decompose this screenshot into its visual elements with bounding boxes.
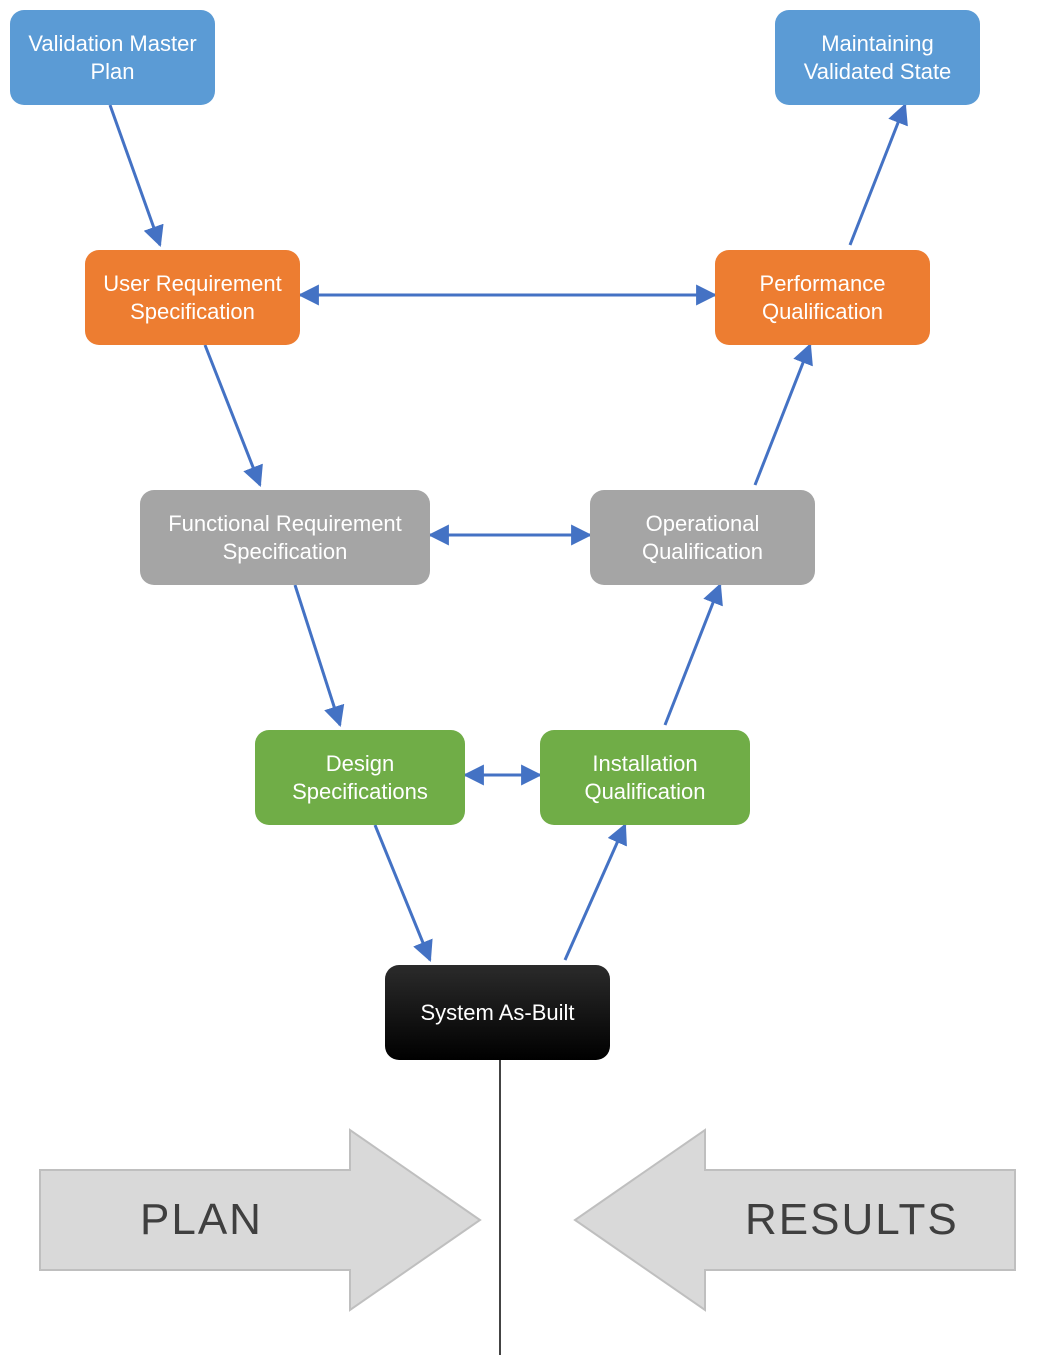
label-plan: PLAN [140,1195,263,1245]
box-performance-qualification: Performance Qualification [715,250,930,345]
box-label: User Requirement Specification [99,270,286,325]
label-results: RESULTS [745,1195,959,1245]
box-functional-requirement-spec: Functional Requirement Specification [140,490,430,585]
arrow-frs-ds [295,585,340,725]
box-validation-master-plan: Validation Master Plan [10,10,215,105]
v-model-diagram: Validation Master Plan Maintaining Valid… [0,0,1060,1360]
box-label: Design Specifications [269,750,451,805]
box-installation-qualification: Installation Qualification [540,730,750,825]
arrow-ds-sab [375,825,430,960]
arrow-iq-oq [665,585,720,725]
box-label: Functional Requirement Specification [154,510,416,565]
box-operational-qualification: Operational Qualification [590,490,815,585]
box-label: Installation Qualification [554,750,736,805]
arrow-urs-frs [205,345,260,485]
box-maintaining-validated-state: Maintaining Validated State [775,10,980,105]
connectors [0,0,1060,1360]
bottom-arrows [0,0,1060,1360]
box-label: Maintaining Validated State [789,30,966,85]
box-system-as-built: System As-Built [385,965,610,1060]
arrow-vmp-urs [110,105,160,245]
arrow-sab-iq [565,825,625,960]
box-user-requirement-spec: User Requirement Specification [85,250,300,345]
box-label: System As-Built [420,999,574,1027]
box-label: Performance Qualification [729,270,916,325]
box-label: Validation Master Plan [24,30,201,85]
arrow-oq-pq [755,345,810,485]
arrow-pq-mvs [850,105,905,245]
box-design-specifications: Design Specifications [255,730,465,825]
box-label: Operational Qualification [604,510,801,565]
